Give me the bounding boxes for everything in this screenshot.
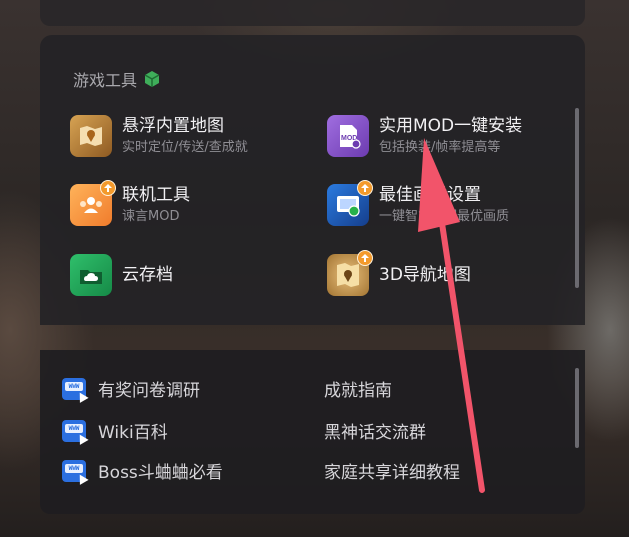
multiplayer-icon: [70, 180, 116, 226]
link-label: 黑神话交流群: [324, 423, 426, 443]
tool-name: 3D导航地图: [379, 265, 471, 285]
www-icon: WWW: [62, 419, 89, 445]
link-survey[interactable]: WWW 有奖问卷调研: [62, 376, 200, 403]
tool-floating-map[interactable]: 悬浮内置地图 实时定位/传送/查成就: [70, 115, 248, 157]
www-icon: WWW: [62, 459, 89, 485]
links-panel: WWW 有奖问卷调研 WWW Wiki百科 WWW Boss斗蛐蛐必看 成就指南…: [40, 350, 585, 514]
mod-icon: MOD: [327, 115, 369, 157]
link-label: 有奖问卷调研: [98, 381, 200, 401]
tool-mod-install[interactable]: MOD 实用MOD一键安装 包括换装/帧率提高等: [327, 115, 522, 157]
tools-scrollbar[interactable]: [575, 108, 579, 288]
tool-cloud-save[interactable]: 云存档: [70, 254, 173, 296]
cloud-save-icon: [70, 254, 112, 296]
update-badge-icon: [100, 180, 116, 196]
cube-icon: [144, 71, 160, 87]
update-badge-icon: [357, 250, 373, 266]
tool-name: 悬浮内置地图: [122, 116, 224, 136]
display-settings-icon: [327, 180, 373, 226]
tool-desc: 包括换装/帧率提高等: [379, 140, 501, 155]
link-achievement-guide[interactable]: 成就指南: [324, 376, 392, 401]
tool-desc: 实时定位/传送/查成就: [122, 140, 248, 155]
previous-panel: [40, 0, 585, 26]
game-tools-panel: 游戏工具 悬浮内置地图 实时定位/传送/查成就 MOD 实用MOD一键安装 包括…: [40, 35, 585, 325]
links-scrollbar[interactable]: [575, 368, 579, 448]
update-badge-icon: [357, 180, 373, 196]
tool-name: 联机工具: [122, 185, 190, 205]
tool-multiplayer[interactable]: 联机工具 谏言MOD: [70, 180, 190, 226]
link-label: Boss斗蛐蛐必看: [98, 463, 223, 483]
section-title: 游戏工具: [73, 67, 161, 91]
www-icon: WWW: [62, 377, 89, 403]
map-icon: [70, 115, 112, 157]
link-label: 家庭共享详细教程: [324, 463, 460, 483]
3d-map-icon: [327, 250, 373, 296]
tool-desc: 一键智能匹配最优画质: [379, 209, 510, 224]
tool-best-graphics[interactable]: 最佳画质设置 一键智能匹配最优画质: [327, 180, 510, 226]
tool-name: 云存档: [122, 265, 173, 285]
link-label: Wiki百科: [98, 423, 168, 443]
link-community-group[interactable]: 黑神话交流群: [324, 418, 426, 443]
link-family-sharing[interactable]: 家庭共享详细教程: [324, 458, 460, 483]
link-wiki[interactable]: WWW Wiki百科: [62, 418, 168, 445]
tool-desc: 谏言MOD: [122, 209, 180, 224]
link-label: 成就指南: [324, 381, 392, 401]
tool-3d-map[interactable]: 3D导航地图: [327, 250, 471, 296]
link-boss-guide[interactable]: WWW Boss斗蛐蛐必看: [62, 458, 223, 485]
tool-name: 最佳画质设置: [379, 185, 481, 205]
tool-name: 实用MOD一键安装: [379, 116, 523, 136]
